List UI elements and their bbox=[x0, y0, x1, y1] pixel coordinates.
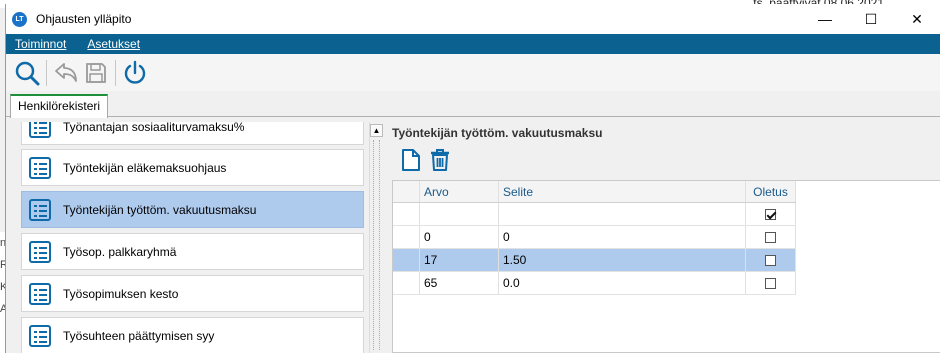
oletus-checkbox[interactable] bbox=[765, 208, 776, 220]
column-header-arvo[interactable]: Arvo bbox=[420, 181, 499, 202]
exit-button[interactable] bbox=[120, 58, 150, 88]
oletus-checkbox[interactable] bbox=[765, 277, 776, 289]
list-item[interactable]: Työsopimuksen kesto bbox=[21, 275, 364, 312]
cell-oletus bbox=[746, 249, 796, 271]
cell-selite[interactable] bbox=[499, 203, 746, 225]
menu-asetukset[interactable]: Asetukset bbox=[87, 37, 140, 51]
tab-bar: Henkilörekisteri bbox=[6, 91, 940, 118]
toolbar bbox=[6, 54, 940, 91]
search-button[interactable] bbox=[12, 58, 42, 88]
delete-icon[interactable] bbox=[428, 148, 452, 172]
table-row[interactable]: 65 0.0 bbox=[393, 272, 796, 295]
cell-oletus bbox=[746, 203, 796, 225]
list-item-label: Työsuhteen päättymisen syy bbox=[63, 328, 215, 343]
list-icon bbox=[29, 324, 51, 347]
row-header-cell[interactable] bbox=[393, 203, 420, 225]
scroll-track[interactable] bbox=[373, 140, 380, 350]
table-row[interactable] bbox=[393, 203, 796, 226]
panel-toolbar bbox=[400, 148, 452, 172]
list-item-label: Työnantajan sosiaaliturvamaksu% bbox=[63, 122, 245, 134]
column-header-oletus[interactable]: Oletus bbox=[746, 181, 796, 202]
menu-toiminnot[interactable]: Toiminnot bbox=[15, 37, 66, 51]
cell-selite[interactable]: 1.50 bbox=[499, 249, 746, 271]
list-scrollbar[interactable]: ▲ bbox=[369, 122, 383, 353]
list-item[interactable]: Työsuhteen päättymisen syy bbox=[21, 317, 364, 353]
row-header-cell[interactable] bbox=[393, 272, 420, 294]
cell-arvo[interactable]: 17 bbox=[420, 249, 499, 271]
list-item-label: Työsopimuksen kesto bbox=[63, 286, 179, 301]
list-item[interactable]: Työnantajan sosiaaliturvamaksu% bbox=[21, 122, 364, 145]
toolbar-separator bbox=[46, 59, 47, 86]
values-grid: Arvo Selite Oletus 0 0 17 1.50 65 0.0 bbox=[392, 180, 940, 353]
undo-icon bbox=[55, 62, 77, 82]
cell-oletus bbox=[746, 272, 796, 294]
toolbar-separator bbox=[115, 59, 116, 86]
close-button[interactable]: ✕ bbox=[894, 4, 940, 34]
table-row[interactable]: 0 0 bbox=[393, 226, 796, 249]
save-button[interactable] bbox=[81, 58, 111, 88]
row-header-cell[interactable] bbox=[393, 226, 420, 248]
main-window: LT Ohjausten ylläpito — ☐ ✕ Toiminnot As… bbox=[5, 4, 940, 353]
panel-title: Työntekijän työttöm. vakuutusmaksu bbox=[392, 126, 603, 140]
oletus-checkbox[interactable] bbox=[765, 231, 776, 243]
window-title: Ohjausten ylläpito bbox=[36, 12, 132, 26]
search-icon bbox=[15, 61, 40, 85]
cell-arvo[interactable]: 65 bbox=[420, 272, 499, 294]
list-icon bbox=[29, 156, 51, 179]
minimize-button[interactable]: — bbox=[802, 4, 848, 34]
list-icon bbox=[29, 198, 51, 221]
save-icon bbox=[86, 62, 106, 83]
tab-henkilorekisteri[interactable]: Henkilörekisteri bbox=[10, 94, 109, 118]
list-item[interactable]: Työsop. palkkaryhmä bbox=[21, 233, 364, 270]
cell-selite[interactable]: 0 bbox=[499, 226, 746, 248]
cell-oletus bbox=[746, 226, 796, 248]
settings-list: Työnantajan sosiaaliturvamaksu% Työnteki… bbox=[21, 122, 366, 353]
list-icon bbox=[29, 282, 51, 305]
list-icon bbox=[29, 240, 51, 263]
list-icon bbox=[29, 122, 51, 138]
scroll-up-icon[interactable]: ▲ bbox=[370, 124, 383, 137]
oletus-checkbox[interactable] bbox=[765, 254, 776, 266]
power-icon bbox=[124, 60, 146, 84]
cell-selite[interactable]: 0.0 bbox=[499, 272, 746, 294]
cell-arvo[interactable]: 0 bbox=[420, 226, 499, 248]
new-document-icon[interactable] bbox=[400, 148, 422, 172]
row-header-cell[interactable] bbox=[393, 249, 420, 271]
list-item[interactable]: Työntekijän eläkemaksuohjaus bbox=[21, 149, 364, 186]
row-header-cell bbox=[393, 181, 420, 202]
list-item[interactable]: Työntekijän työttöm. vakuutusmaksu bbox=[21, 191, 364, 228]
title-bar[interactable]: LT Ohjausten ylläpito — ☐ ✕ bbox=[6, 4, 940, 34]
maximize-button[interactable]: ☐ bbox=[848, 4, 894, 34]
list-item-label: Työntekijän työttöm. vakuutusmaksu bbox=[63, 202, 257, 217]
cell-arvo[interactable] bbox=[420, 203, 499, 225]
undo-button[interactable] bbox=[51, 58, 81, 88]
list-item-label: Työntekijän eläkemaksuohjaus bbox=[63, 160, 227, 175]
column-header-selite[interactable]: Selite bbox=[499, 181, 746, 202]
table-row[interactable]: 17 1.50 bbox=[393, 249, 796, 272]
content-area: Työnantajan sosiaaliturvamaksu% Työnteki… bbox=[6, 122, 940, 353]
app-logo-icon: LT bbox=[12, 11, 27, 27]
list-item-label: Työsop. palkkaryhmä bbox=[63, 244, 177, 259]
menu-bar: Toiminnot Asetukset bbox=[6, 34, 940, 54]
grid-header: Arvo Selite Oletus bbox=[393, 181, 796, 203]
